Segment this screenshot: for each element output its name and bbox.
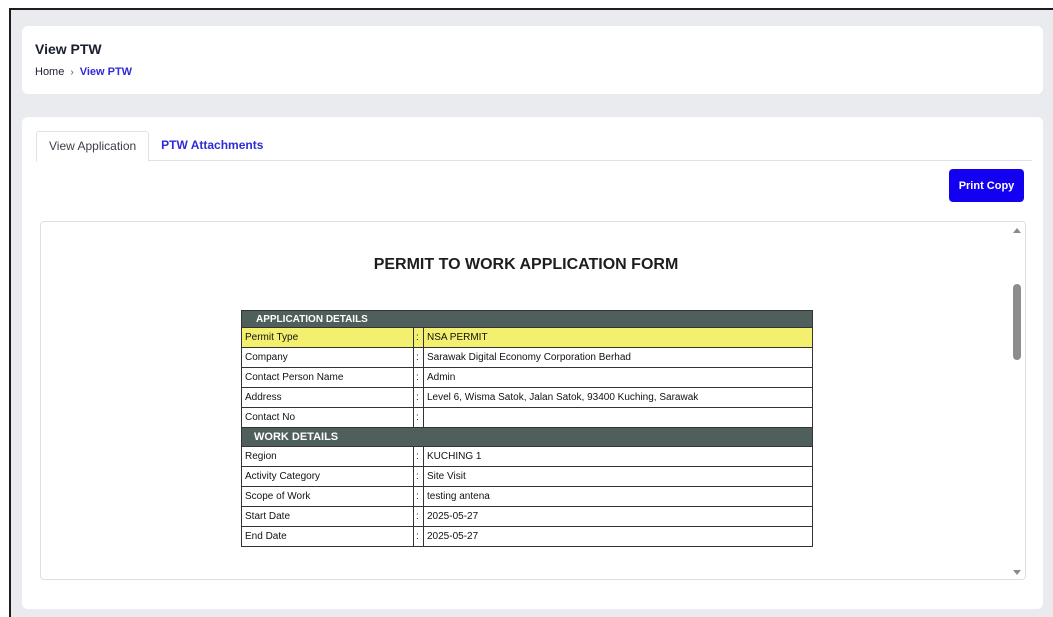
row-label: Activity Category: [241, 466, 414, 487]
row-colon: :: [413, 367, 424, 388]
row-label: Address: [241, 387, 414, 408]
tab-bar: View Application PTW Attachments: [36, 131, 1032, 162]
chevron-right-icon: ›: [70, 66, 74, 78]
table-row: End Date : 2025-05-27: [241, 526, 813, 547]
row-colon: :: [413, 347, 424, 368]
row-label: End Date: [241, 526, 414, 547]
row-value: 2025-05-27: [423, 506, 813, 527]
row-label: Company: [241, 347, 414, 368]
row-label: Start Date: [241, 506, 414, 527]
scroll-down-arrow-icon[interactable]: [1013, 570, 1021, 575]
document-viewer[interactable]: PERMIT TO WORK APPLICATION FORM APPLICAT…: [40, 221, 1026, 580]
table-row: Address : Level 6, Wisma Satok, Jalan Sa…: [241, 387, 813, 408]
tab-view-application[interactable]: View Application: [36, 131, 150, 162]
table-row: Region : KUCHING 1: [241, 446, 813, 467]
page-header: View PTW Home › View PTW: [22, 26, 1043, 94]
row-colon: :: [413, 466, 424, 487]
table-row: Activity Category : Site Visit: [241, 466, 813, 487]
table-row: Permit Type : NSA PERMIT: [241, 327, 813, 348]
section-heading: WORK DETAILS: [241, 427, 813, 447]
tab-ptw-attachments[interactable]: PTW Attachments: [149, 131, 275, 161]
row-value: Site Visit: [423, 466, 813, 487]
row-label: Contact Person Name: [241, 367, 414, 388]
row-value: Sarawak Digital Economy Corporation Berh…: [423, 347, 813, 368]
row-colon: :: [413, 486, 424, 507]
document-title: PERMIT TO WORK APPLICATION FORM: [373, 256, 679, 273]
app-frame: View PTW Home › View PTW View Applicatio…: [9, 8, 1053, 617]
page-title: View PTW: [35, 41, 102, 57]
row-value: Admin: [423, 367, 813, 388]
row-label: Scope of Work: [241, 486, 414, 507]
row-value: Level 6, Wisma Satok, Jalan Satok, 93400…: [423, 387, 813, 408]
row-label: Region: [241, 446, 414, 467]
row-value: testing antena: [423, 486, 813, 507]
row-colon: :: [413, 446, 424, 467]
row-colon: :: [413, 526, 424, 547]
document-scrollbar[interactable]: [1009, 222, 1025, 579]
application-form-table: APPLICATION DETAILS Permit Type : NSA PE…: [241, 310, 813, 547]
scrollbar-thumb[interactable]: [1013, 284, 1021, 360]
table-row: Contact Person Name : Admin: [241, 367, 813, 388]
row-colon: :: [413, 387, 424, 408]
row-colon: :: [413, 506, 424, 527]
breadcrumb: Home › View PTW: [35, 66, 132, 78]
row-value: NSA PERMIT: [423, 327, 813, 348]
table-row: Start Date : 2025-05-27: [241, 506, 813, 527]
row-label: Contact No: [241, 407, 414, 428]
row-value: [423, 407, 813, 428]
row-value: KUCHING 1: [423, 446, 813, 467]
print-copy-button[interactable]: Print Copy: [949, 169, 1024, 202]
section-header-application: APPLICATION DETAILS: [241, 310, 813, 328]
content-card: View Application PTW Attachments Print C…: [22, 117, 1043, 609]
table-row: Company : Sarawak Digital Economy Corpor…: [241, 347, 813, 368]
row-value: 2025-05-27: [423, 526, 813, 547]
row-colon: :: [413, 327, 424, 348]
section-heading: APPLICATION DETAILS: [241, 310, 813, 328]
table-row: Contact No :: [241, 407, 813, 428]
table-row: Scope of Work : testing antena: [241, 486, 813, 507]
breadcrumb-current: View PTW: [79, 66, 133, 78]
row-colon: :: [413, 407, 424, 428]
scroll-up-arrow-icon[interactable]: [1013, 228, 1021, 233]
section-header-work: WORK DETAILS: [241, 427, 813, 447]
breadcrumb-home-link[interactable]: Home: [35, 66, 64, 78]
row-label: Permit Type: [241, 327, 414, 348]
